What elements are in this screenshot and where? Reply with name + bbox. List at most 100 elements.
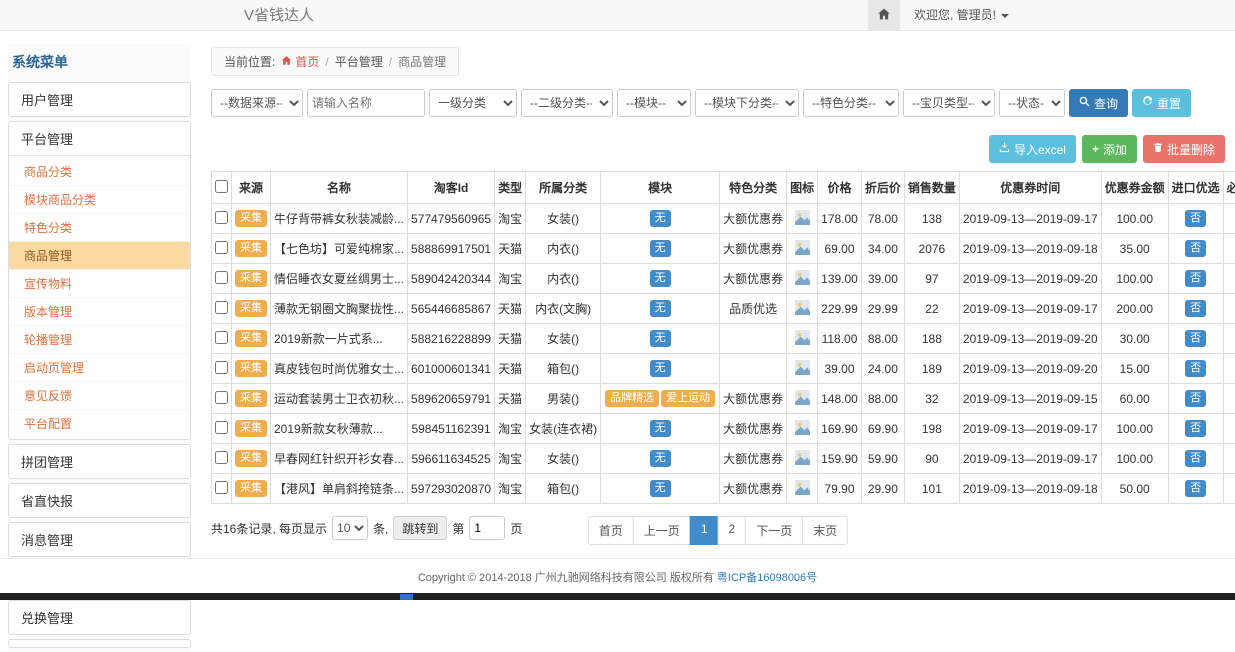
search-button[interactable]: 查询: [1069, 89, 1128, 117]
sidebar-item-省直快报[interactable]: 省直快报: [9, 484, 190, 517]
table-header: 来源名称淘客Id类型所属分类模块特色分类图标价格折后价销售数量优惠券时间优惠券金…: [212, 172, 1235, 204]
import-excel-button[interactable]: 导入excel: [989, 135, 1076, 163]
welcome-text: 欢迎您, 管理员!: [914, 0, 996, 31]
module-subcategory-select[interactable]: --模块下分类--: [695, 89, 799, 117]
row-checkbox[interactable]: [215, 331, 228, 344]
col-header-价格: 价格: [818, 172, 862, 204]
module-badge: 品牌精选: [605, 390, 659, 407]
sidebar-item-兑换管理[interactable]: 兑换管理: [9, 601, 190, 634]
import-select-badge: 否: [1185, 360, 1206, 377]
product-type-select[interactable]: --宝贝类型--: [903, 89, 995, 117]
category-cell: 女装(): [526, 204, 601, 234]
sidebar-subitem-意见反馈[interactable]: 意见反馈: [9, 382, 190, 410]
home-button[interactable]: [868, 0, 900, 31]
pagination-info: 共16条记录, 每页显示 10 条, 跳转到 第 页: [211, 516, 522, 540]
shop-type-cell: 淘宝: [495, 264, 526, 294]
icon-cell: [787, 204, 818, 234]
module-badge: 无: [650, 450, 671, 467]
level1-category-select[interactable]: 一级分类: [429, 89, 517, 117]
level2-category-select[interactable]: --二级分类--: [521, 89, 613, 117]
name-input[interactable]: [307, 89, 425, 117]
sales-count-cell: 2076: [904, 234, 959, 264]
sidebar-subitem-平台配置[interactable]: 平台配置: [9, 410, 190, 437]
source-cell: 采集: [232, 414, 271, 444]
sidebar-panel: 省直快报: [8, 483, 191, 518]
pager-item-首页[interactable]: 首页: [588, 516, 634, 545]
icp-link[interactable]: 粤ICP备16098006号: [717, 572, 817, 584]
sidebar-item-消息管理[interactable]: 消息管理: [9, 523, 190, 556]
pager-item-末页[interactable]: 末页: [802, 516, 848, 545]
sidebar-item-用户管理[interactable]: 用户管理: [9, 83, 190, 116]
sidebar-subitem-宣传物料[interactable]: 宣传物料: [9, 270, 190, 298]
status-select[interactable]: --状态--: [999, 89, 1065, 117]
data-source-select[interactable]: --数据来源--: [211, 89, 303, 117]
row-checkbox[interactable]: [215, 211, 228, 224]
page-size-select[interactable]: 10: [332, 516, 368, 540]
select-all-checkbox[interactable]: [215, 180, 228, 193]
module-cell: 无: [601, 204, 720, 234]
sidebar-item-平台管理[interactable]: 平台管理: [9, 122, 190, 155]
product-name-cell: 薄款无钢圈文胸聚拢性...: [271, 294, 408, 324]
row-checkbox[interactable]: [215, 361, 228, 374]
sidebar-subitem-版本管理[interactable]: 版本管理: [9, 298, 190, 326]
row-checkbox[interactable]: [215, 391, 228, 404]
table-row: 采集情侣睡衣女夏丝绸男士...589042420344淘宝内衣()无大额优惠券1…: [212, 264, 1235, 294]
table-row: 采集薄款无钢圈文胸聚拢性...565446685867天猫内衣(文胸)无品质优选…: [212, 294, 1235, 324]
category-cell: 内衣(): [526, 264, 601, 294]
reset-button[interactable]: 重置: [1132, 89, 1191, 117]
topbar: V省钱达人 欢迎您, 管理员!: [0, 0, 1235, 31]
shop-type-cell: 淘宝: [495, 414, 526, 444]
source-badge: 采集: [235, 270, 267, 287]
sidebar-subitem-商品分类[interactable]: 商品分类: [9, 158, 190, 186]
product-name-cell: 【港风】单肩斜挎链条...: [271, 474, 408, 504]
source-badge: 采集: [235, 480, 267, 497]
price-cell: 79.90: [818, 474, 862, 504]
discount-price-cell: 24.00: [861, 354, 904, 384]
row-checkbox[interactable]: [215, 301, 228, 314]
pager-item-上一页[interactable]: 上一页: [633, 516, 691, 545]
module-cell: 无: [601, 264, 720, 294]
breadcrumb-item[interactable]: 平台管理: [335, 53, 383, 70]
breadcrumb-home-link[interactable]: 首页: [281, 53, 319, 70]
feature-category-select[interactable]: --特色分类--: [803, 89, 899, 117]
sidebar-panel: 拼团管理: [8, 444, 191, 479]
batch-delete-button[interactable]: 批量删除: [1143, 135, 1225, 163]
col-header-特色分类: 特色分类: [720, 172, 787, 204]
sidebar-subitem-启动页管理[interactable]: 启动页管理: [9, 354, 190, 382]
product-name-cell: 情侣睡衣女夏丝绸男士...: [271, 264, 408, 294]
row-checkbox[interactable]: [215, 421, 228, 434]
add-button[interactable]: + 添加: [1082, 135, 1137, 163]
taoke-id-cell: 601000601341: [408, 354, 495, 384]
sidebar-subitem-轮播管理[interactable]: 轮播管理: [9, 326, 190, 354]
row-checkbox[interactable]: [215, 481, 228, 494]
module-cell: 无: [601, 234, 720, 264]
shop-type-cell: 淘宝: [495, 204, 526, 234]
coupon-time-cell: 2019-09-13—2019-09-17: [959, 204, 1101, 234]
module-badge: 爱上运动: [661, 390, 715, 407]
col-header-优惠券金额: 优惠券金额: [1101, 172, 1168, 204]
sidebar-subitem-模块商品分类[interactable]: 模块商品分类: [9, 186, 190, 214]
user-menu[interactable]: 欢迎您, 管理员!: [900, 0, 1023, 31]
row-checkbox[interactable]: [215, 271, 228, 284]
pager-item-下一页[interactable]: 下一页: [745, 516, 803, 545]
source-badge: 采集: [235, 330, 267, 347]
sidebar-item-拼团管理[interactable]: 拼团管理: [9, 445, 190, 478]
row-checkbox[interactable]: [215, 241, 228, 254]
coupon-amount-cell: 100.00: [1101, 204, 1168, 234]
sidebar-subitem-商品管理[interactable]: 商品管理: [9, 242, 190, 270]
product-thumbnail-icon: [794, 270, 810, 286]
sidebar-subitem-特色分类[interactable]: 特色分类: [9, 214, 190, 242]
feature-category-cell: 大额优惠券: [720, 414, 787, 444]
pager-item-2[interactable]: 2: [718, 516, 747, 545]
pager-item-1[interactable]: 1: [690, 516, 719, 545]
import-select-cell: 否: [1168, 384, 1223, 414]
jump-button[interactable]: 跳转到: [393, 516, 447, 540]
row-checkbox[interactable]: [215, 451, 228, 464]
discount-price-cell: 88.00: [861, 324, 904, 354]
module-select[interactable]: --模块--: [617, 89, 691, 117]
jump-page-input[interactable]: [469, 516, 505, 540]
shop-type-cell: 淘宝: [495, 444, 526, 474]
home-icon: [281, 55, 292, 69]
source-badge: 采集: [235, 390, 267, 407]
product-name-cell: 【七色坊】可爱纯棉家...: [271, 234, 408, 264]
